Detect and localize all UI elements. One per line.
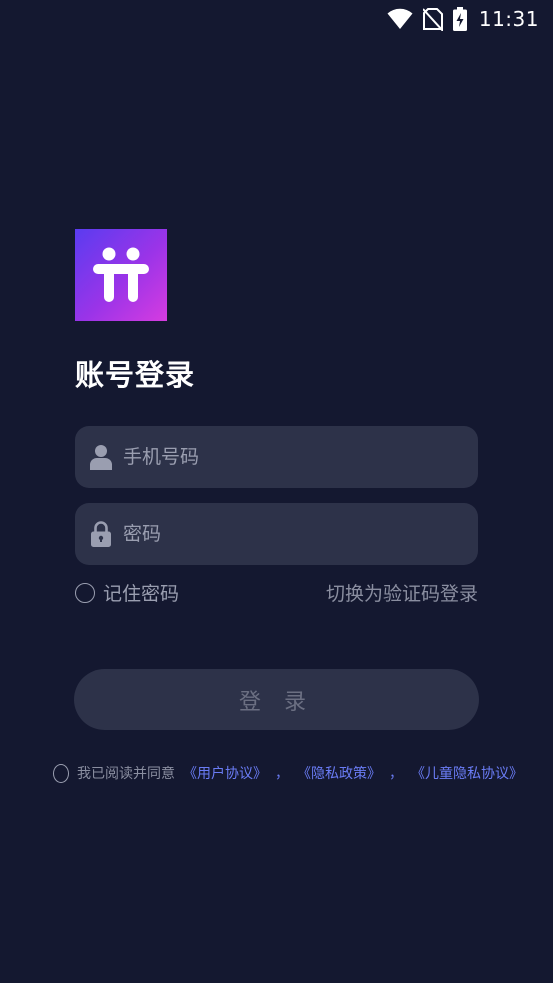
child-privacy-link[interactable]: 《儿童隐私协议》 xyxy=(411,763,523,783)
login-button[interactable]: 登 录 xyxy=(74,669,479,730)
battery-charging-icon xyxy=(452,7,467,31)
no-sim-icon xyxy=(422,7,443,31)
switch-to-code-login-link[interactable]: 切换为验证码登录 xyxy=(326,579,478,606)
user-icon xyxy=(89,444,113,470)
user-agreement-link[interactable]: 《用户协议》 xyxy=(183,763,267,783)
phone-field[interactable] xyxy=(75,426,478,488)
app-logo-icon xyxy=(93,247,149,302)
app-logo xyxy=(75,229,167,321)
page-title: 账号登录 xyxy=(75,358,196,392)
agreement: 我已阅读并同意 《用户协议》 ， 《隐私政策》 ， 《儿童隐私协议》 xyxy=(53,763,523,783)
agreement-radio[interactable] xyxy=(53,763,69,783)
agreement-separator: ， xyxy=(275,766,289,782)
remember-label: 记住密码 xyxy=(103,583,180,605)
password-field[interactable] xyxy=(75,503,478,565)
privacy-policy-link[interactable]: 《隐私政策》 xyxy=(297,763,381,783)
remember-radio[interactable] xyxy=(75,582,95,603)
status-bar: 11:31 xyxy=(0,0,553,38)
wifi-icon xyxy=(387,7,413,31)
agreement-prefix: 我已阅读并同意 xyxy=(77,766,175,782)
login-screen: 11:31 账号登录 手机号码 记住密码 切换为验证码登录 登 录 我已阅读并同… xyxy=(0,0,553,983)
phone-input[interactable] xyxy=(123,426,478,488)
lock-icon xyxy=(89,521,113,547)
agreement-separator: ， xyxy=(389,766,403,782)
remember-password[interactable]: 记住密码 xyxy=(75,579,179,606)
password-input[interactable] xyxy=(123,503,478,565)
status-time: 11:31 xyxy=(478,7,539,31)
